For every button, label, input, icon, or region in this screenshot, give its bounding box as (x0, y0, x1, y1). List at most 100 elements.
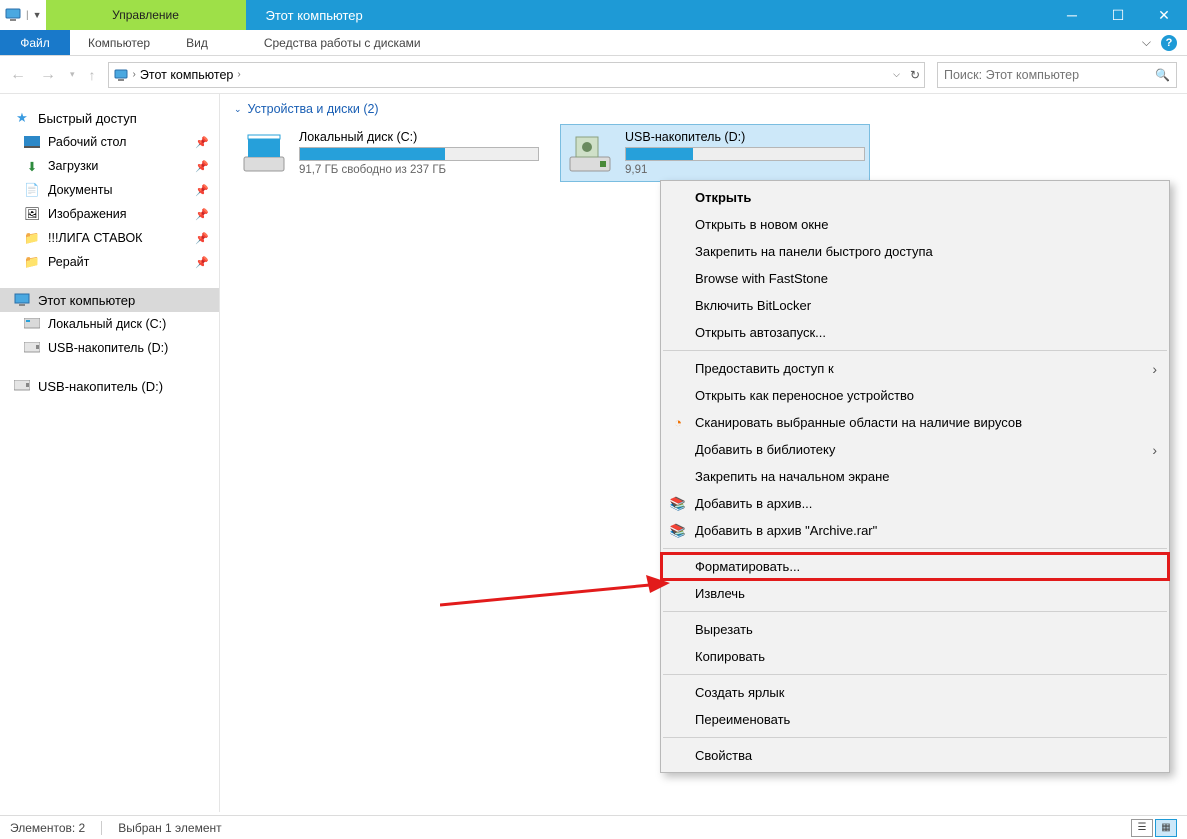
sidebar-item-documents[interactable]: 📄 Документы 📌 (0, 178, 219, 202)
navigation-pane: ★ Быстрый доступ Рабочий стол 📌 ⬇ Загруз… (0, 94, 220, 812)
this-pc-icon (14, 292, 30, 308)
ctx-label: Включить BitLocker (695, 298, 811, 313)
ctx-pin-start[interactable]: Закрепить на начальном экране (661, 463, 1169, 490)
contextual-tab-label: Управление (112, 8, 179, 22)
ribbon-collapse-icon[interactable]: ⌵ (1142, 35, 1151, 50)
sidebar-item-label: Локальный диск (C:) (48, 317, 166, 331)
close-button[interactable]: ✕ (1141, 7, 1187, 24)
ctx-scan-virus[interactable]: ◔Сканировать выбранные области на наличи… (661, 409, 1169, 436)
drive-item-c[interactable]: Локальный диск (C:) 91,7 ГБ свободно из … (234, 124, 544, 182)
address-pc-icon (113, 67, 129, 83)
sidebar-this-pc[interactable]: Этот компьютер (0, 288, 219, 312)
drive-capacity-text: 91,7 ГБ свободно из 237 ГБ (299, 164, 539, 176)
ctx-label: Копировать (695, 649, 765, 664)
downloads-icon: ⬇ (24, 158, 40, 174)
maximize-button[interactable]: ☐ (1095, 7, 1141, 24)
ctx-separator (663, 350, 1167, 351)
ctx-add-archive-rar[interactable]: 📚Добавить в архив "Archive.rar" (661, 517, 1169, 544)
ctx-label: Вырезать (695, 622, 753, 637)
sidebar-item-desktop[interactable]: Рабочий стол 📌 (0, 130, 219, 154)
avast-icon: ◔ (669, 414, 687, 432)
sidebar-item-rewrite[interactable]: 📁 Рерайт 📌 (0, 250, 219, 274)
contextual-tab-manage[interactable]: Управление (46, 0, 246, 30)
sidebar-item-liga[interactable]: 📁 !!!ЛИГА СТАВОК 📌 (0, 226, 219, 250)
qat-dropdown-icon[interactable]: ▼ (33, 10, 42, 20)
crumb-sep-icon[interactable]: › (237, 69, 240, 80)
back-button[interactable]: ← (10, 66, 26, 84)
ctx-add-library[interactable]: Добавить в библиотеку› (661, 436, 1169, 463)
status-bar: Элементов: 2 Выбран 1 элемент ☰ ▦ (0, 815, 1187, 839)
winrar-icon: 📚 (669, 495, 687, 513)
sidebar-item-local-c[interactable]: Локальный диск (C:) (0, 312, 219, 336)
crumb-sep-icon[interactable]: › (133, 69, 136, 80)
ctx-label: Предоставить доступ к (695, 361, 834, 376)
help-icon[interactable]: ? (1161, 35, 1177, 51)
ctx-autoplay[interactable]: Открыть автозапуск... (661, 319, 1169, 346)
search-input[interactable] (944, 68, 1155, 82)
ctx-faststone[interactable]: Browse with FastStone (661, 265, 1169, 292)
documents-icon: 📄 (24, 182, 40, 198)
view-tiles-button[interactable]: ▦ (1155, 819, 1177, 837)
navigation-bar: ← → ▾ ↑ › Этот компьютер › ⌵ ↻ 🔍 (0, 56, 1187, 94)
drive-icon (24, 316, 40, 332)
up-button[interactable]: ↑ (89, 67, 96, 83)
title-bar: | ▼ Управление Этот компьютер ─ ☐ ✕ (0, 0, 1187, 30)
ctx-bitlocker[interactable]: Включить BitLocker (661, 292, 1169, 319)
view-tab[interactable]: Вид (168, 30, 226, 55)
address-dropdown-icon[interactable]: ⌵ (893, 69, 900, 80)
ctx-open-new-window[interactable]: Открыть в новом окне (661, 211, 1169, 238)
sidebar-quick-access[interactable]: ★ Быстрый доступ (0, 106, 219, 130)
context-menu: Открыть Открыть в новом окне Закрепить н… (660, 180, 1170, 773)
drive-name: Локальный диск (C:) (299, 130, 539, 144)
pin-icon: 📌 (195, 136, 209, 149)
file-tab-label: Файл (20, 36, 50, 50)
window-title: Этот компьютер (266, 8, 363, 23)
group-header-devices[interactable]: ⌄ Устройства и диски (2) (234, 102, 1173, 116)
sidebar-item-downloads[interactable]: ⬇ Загрузки 📌 (0, 154, 219, 178)
address-bar[interactable]: › Этот компьютер › ⌵ ↻ (108, 62, 925, 88)
minimize-button[interactable]: ─ (1049, 7, 1095, 24)
pin-icon: 📌 (195, 184, 209, 197)
search-box[interactable]: 🔍 (937, 62, 1177, 88)
ctx-give-access[interactable]: Предоставить доступ к› (661, 355, 1169, 382)
usb-drive-icon (14, 378, 30, 394)
drive-tools-tab[interactable]: Средства работы с дисками (246, 30, 439, 55)
search-icon[interactable]: 🔍 (1155, 68, 1170, 82)
collapse-caret-icon[interactable]: ⌄ (234, 104, 242, 115)
ctx-separator (663, 737, 1167, 738)
sidebar-item-pictures[interactable]: 🖼 Изображения 📌 (0, 202, 219, 226)
ctx-pin-quick-access[interactable]: Закрепить на панели быстрого доступа (661, 238, 1169, 265)
submenu-arrow-icon: › (1152, 442, 1157, 458)
ctx-add-archive[interactable]: 📚Добавить в архив... (661, 490, 1169, 517)
sidebar-item-label: Загрузки (48, 159, 98, 173)
ctx-create-shortcut[interactable]: Создать ярлык (661, 679, 1169, 706)
file-tab[interactable]: Файл (0, 30, 70, 55)
breadcrumb-this-pc[interactable]: Этот компьютер (140, 68, 233, 82)
ctx-label: Открыть в новом окне (695, 217, 828, 232)
ctx-open[interactable]: Открыть (661, 184, 1169, 211)
ctx-eject[interactable]: Извлечь (661, 580, 1169, 607)
view-details-button[interactable]: ☰ (1131, 819, 1153, 837)
ctx-format[interactable]: Форматировать... (661, 553, 1169, 580)
status-selection: Выбран 1 элемент (118, 821, 221, 835)
sidebar-usb-d-root[interactable]: USB-накопитель (D:) (0, 374, 219, 398)
refresh-icon[interactable]: ↻ (910, 68, 920, 82)
local-disk-icon (239, 128, 289, 178)
ctx-properties[interactable]: Свойства (661, 742, 1169, 769)
forward-button[interactable]: → (40, 66, 56, 84)
pin-icon: 📌 (195, 160, 209, 173)
ctx-copy[interactable]: Копировать (661, 643, 1169, 670)
ctx-rename[interactable]: Переименовать (661, 706, 1169, 733)
star-icon: ★ (14, 110, 30, 126)
desktop-icon (24, 134, 40, 150)
recent-locations-icon[interactable]: ▾ (70, 69, 75, 80)
folder-icon: 📁 (24, 230, 40, 246)
ctx-portable-device[interactable]: Открыть как переносное устройство (661, 382, 1169, 409)
computer-tab[interactable]: Компьютер (70, 30, 168, 55)
drive-item-d[interactable]: USB-накопитель (D:) 9,91 (560, 124, 870, 182)
ctx-cut[interactable]: Вырезать (661, 616, 1169, 643)
capacity-bar (299, 147, 539, 161)
sidebar-item-usb-d[interactable]: USB-накопитель (D:) (0, 336, 219, 360)
pin-icon: 📌 (195, 232, 209, 245)
group-header-label: Устройства и диски (2) (248, 102, 379, 116)
